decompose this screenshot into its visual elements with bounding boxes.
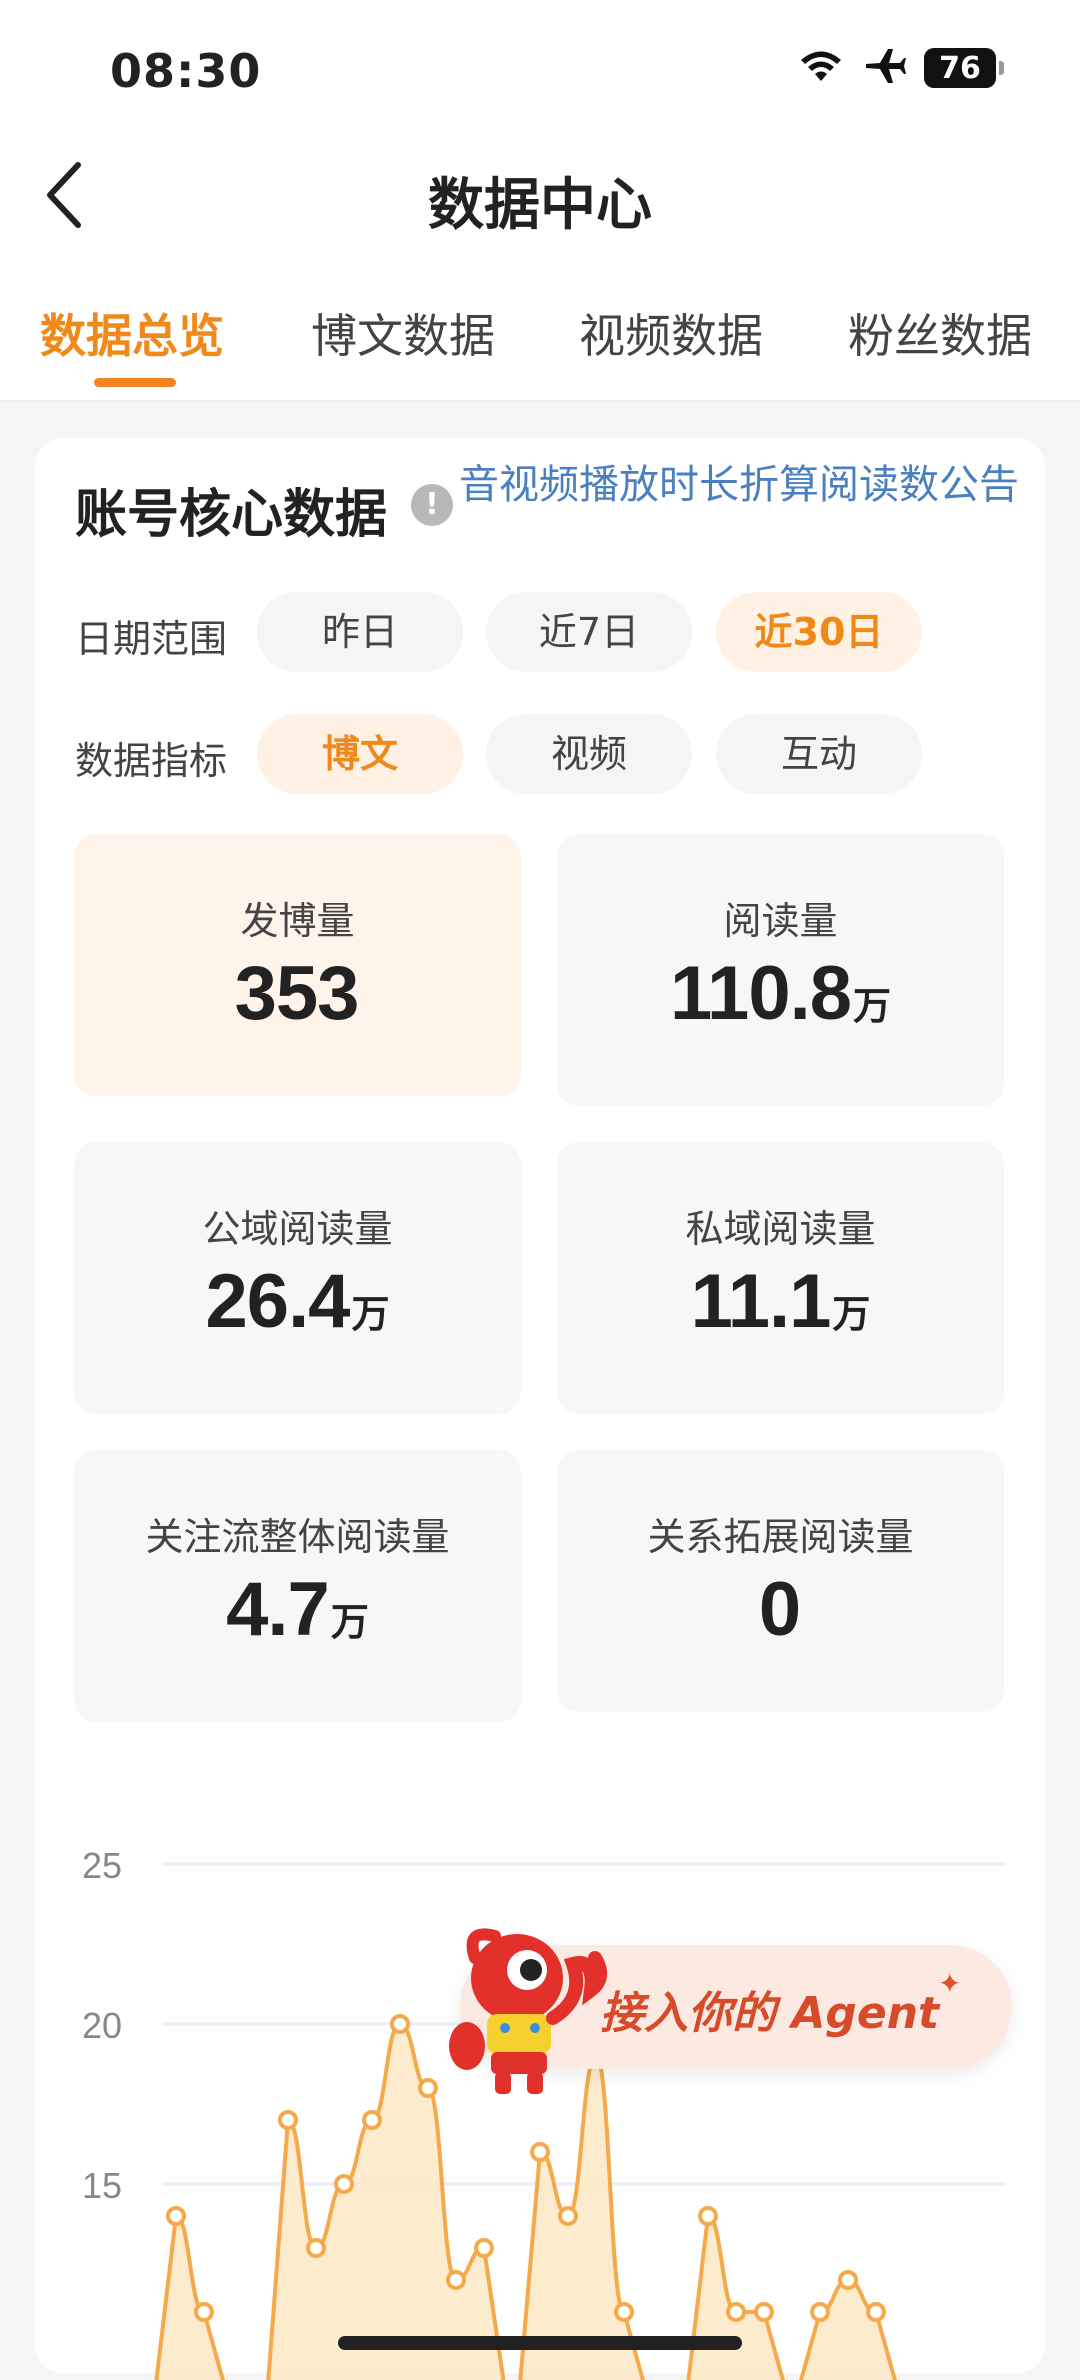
metric-private-read-count[interactable]: 私域阅读量 11.1万	[557, 1142, 1004, 1414]
metric-type-label: 数据指标	[75, 739, 228, 783]
date-range-label: 日期范围	[75, 617, 228, 661]
core-data-title: 账号核心数据	[75, 485, 388, 545]
metric-label: 关注流整体阅读量	[145, 1515, 450, 1559]
data-point	[474, 2238, 494, 2258]
date-option-7days[interactable]: 近7日	[486, 592, 692, 672]
info-icon[interactable]: !	[411, 484, 453, 526]
data-point	[362, 2110, 382, 2130]
sparkle-icon: ✦	[938, 1967, 962, 2000]
metric-option-interaction[interactable]: 互动	[716, 714, 922, 794]
mascot-icon[interactable]	[445, 1918, 615, 2098]
tab-posts[interactable]: 博文数据	[311, 300, 495, 366]
status-time: 08:30	[110, 44, 262, 98]
metric-relation-read-count[interactable]: 关系拓展阅读量 0	[557, 1450, 1004, 1712]
notice-link[interactable]: 音视频播放时长折算阅读数公告	[459, 462, 1019, 508]
wifi-icon	[798, 48, 844, 88]
data-point	[614, 2302, 634, 2322]
data-point	[194, 2302, 214, 2322]
metric-label: 关系拓展阅读量	[647, 1515, 914, 1559]
metric-label: 私域阅读量	[685, 1207, 876, 1251]
airplane-icon	[862, 46, 906, 90]
y-tick-label: 20	[82, 2005, 122, 2046]
metric-label: 公域阅读量	[202, 1207, 393, 1251]
metric-follow-feed-read-count[interactable]: 关注流整体阅读量 4.7万	[74, 1450, 521, 1722]
data-point	[278, 2110, 298, 2130]
data-point	[530, 2142, 550, 2162]
tab-active-indicator	[94, 378, 176, 387]
data-point	[810, 2302, 830, 2322]
metric-public-read-count[interactable]: 公域阅读量 26.4万	[74, 1142, 521, 1414]
metric-value: 110.8万	[669, 951, 891, 1036]
data-point	[838, 2270, 858, 2290]
data-point	[754, 2302, 774, 2322]
y-tick-label: 25	[82, 1845, 122, 1886]
data-point	[446, 2270, 466, 2290]
data-point	[698, 2206, 718, 2226]
data-point	[418, 2078, 438, 2098]
metric-option-videos[interactable]: 视频	[486, 714, 692, 794]
tab-fans[interactable]: 粉丝数据	[848, 300, 1032, 366]
page-title: 数据中心	[428, 173, 652, 238]
metric-label: 阅读量	[723, 899, 838, 943]
metric-value: 0	[758, 1567, 801, 1652]
metric-value: 353	[234, 951, 360, 1036]
top-bar: 08:30 76 数据中心 数据总览 博文数据 视频数据 粉丝数据	[0, 0, 1080, 402]
tab-overview[interactable]: 数据总览	[40, 300, 224, 366]
status-icons: 76	[798, 46, 1004, 90]
home-indicator	[338, 2336, 742, 2350]
metric-option-posts[interactable]: 博文	[257, 714, 463, 794]
metric-label: 发博量	[240, 899, 355, 943]
metric-value: 11.1万	[690, 1259, 871, 1344]
date-option-30days[interactable]: 近30日	[716, 592, 922, 672]
data-point	[558, 2206, 578, 2226]
date-option-yesterday[interactable]: 昨日	[257, 592, 463, 672]
data-point	[306, 2238, 326, 2258]
tab-divider	[0, 400, 1080, 402]
area-fill	[520, 2056, 643, 2380]
area-fill	[688, 2216, 783, 2380]
metric-read-count[interactable]: 阅读量 110.8万	[557, 834, 1004, 1106]
data-point	[866, 2302, 886, 2322]
tab-videos[interactable]: 视频数据	[579, 300, 763, 366]
metric-value: 26.4万	[205, 1259, 390, 1344]
data-point	[390, 2014, 410, 2034]
data-point	[334, 2174, 354, 2194]
battery-indicator: 76	[924, 48, 1004, 88]
data-point	[166, 2206, 186, 2226]
metric-value: 4.7万	[226, 1567, 369, 1652]
y-tick-label: 15	[82, 2165, 122, 2206]
agent-banner-text: 接入你的 Agent	[600, 1988, 940, 2039]
data-point	[726, 2302, 746, 2322]
metric-post-count[interactable]: 发博量 353	[74, 834, 521, 1096]
